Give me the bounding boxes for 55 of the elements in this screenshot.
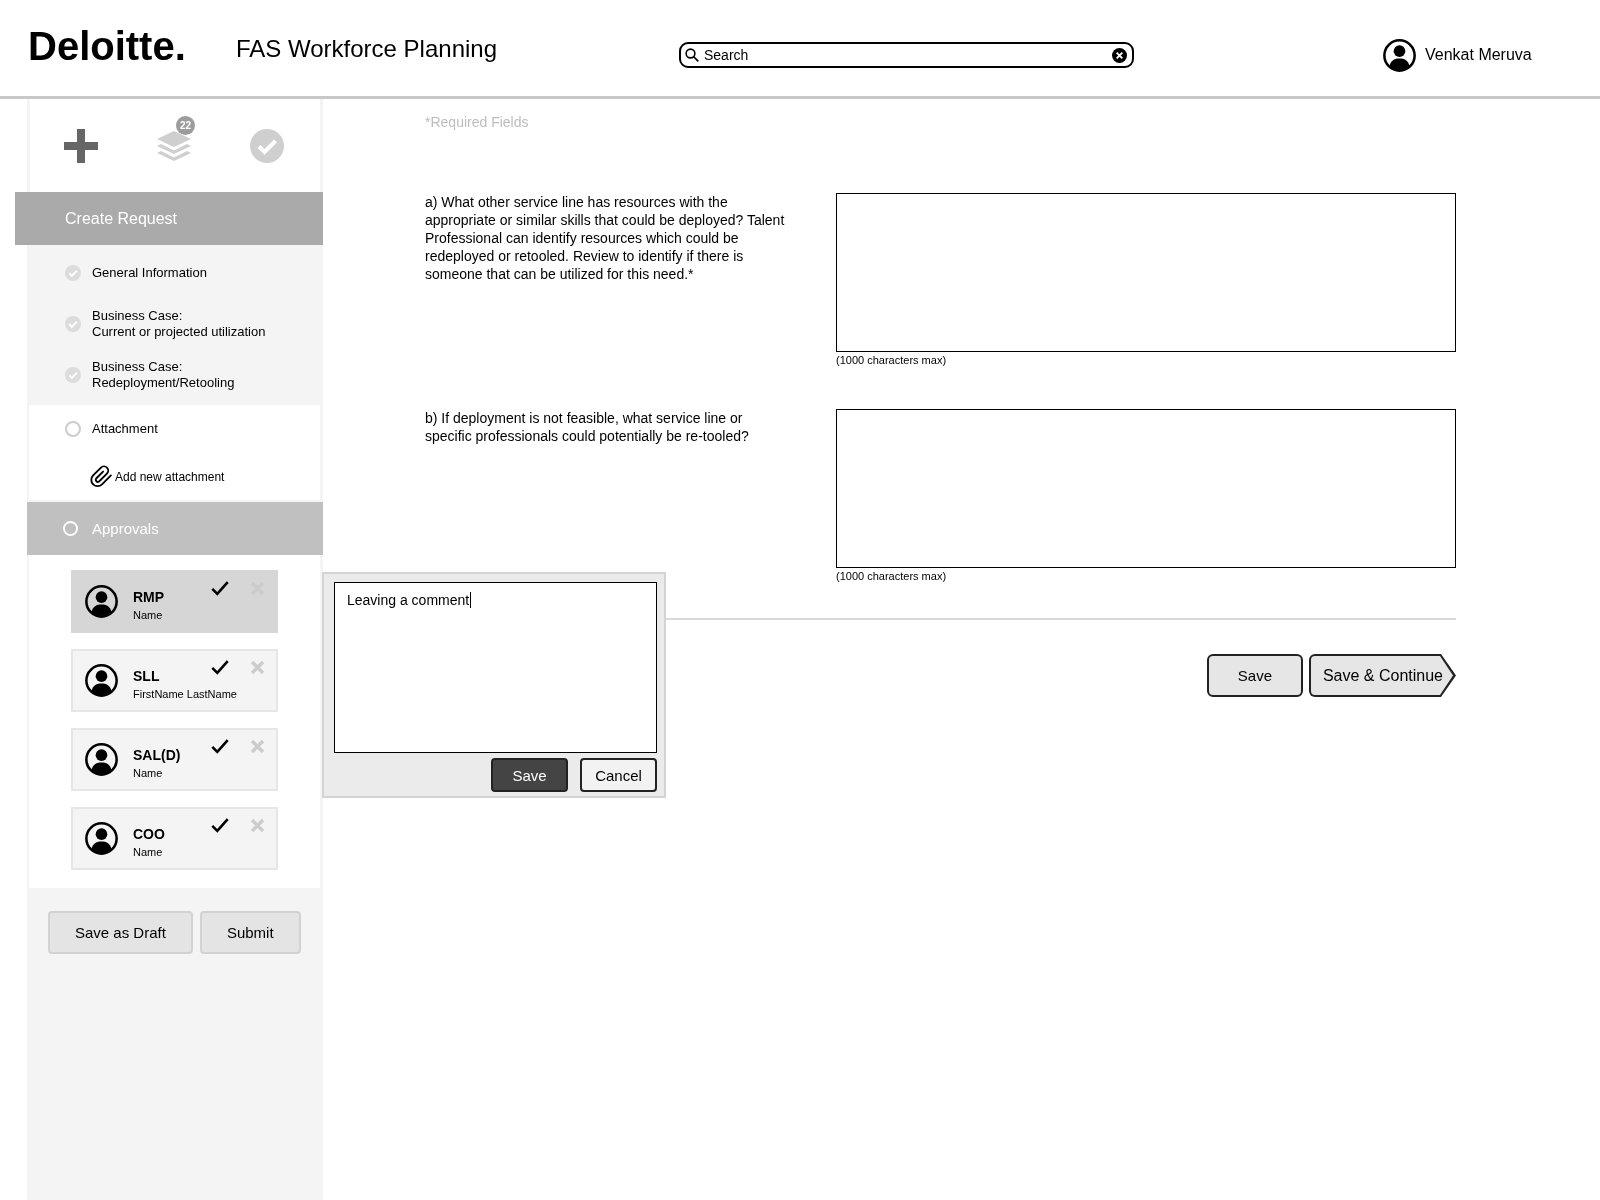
step-item[interactable]: Attachment bbox=[29, 405, 320, 453]
char-limit-hint: (1000 characters max) bbox=[836, 570, 947, 583]
app-title: FAS Workforce Planning bbox=[236, 35, 498, 63]
approver-card[interactable]: RMP Name bbox=[71, 570, 278, 633]
char-limit-hint: (1000 characters max) bbox=[836, 354, 947, 367]
avatar-icon bbox=[85, 664, 118, 697]
action-button[interactable]: Save as Draft bbox=[48, 911, 193, 954]
popup-button[interactable]: Save bbox=[491, 758, 568, 792]
approver-role: COO bbox=[133, 826, 166, 842]
popup-button[interactable]: Cancel bbox=[580, 758, 657, 792]
step-item[interactable]: Business Case: Current or projected utilization bbox=[29, 298, 320, 349]
approver-card[interactable]: COO Name bbox=[71, 807, 278, 870]
avatar-icon bbox=[85, 743, 118, 776]
approver-role: RMP bbox=[133, 589, 166, 605]
user-menu[interactable]: Venkat Meruva bbox=[1383, 38, 1532, 72]
search-field[interactable]: Search bbox=[679, 42, 1134, 68]
approver-role: SLL bbox=[133, 668, 161, 684]
step-item[interactable]: General Information bbox=[29, 247, 320, 298]
avatar-icon bbox=[85, 822, 118, 855]
avatar-icon bbox=[85, 585, 118, 618]
logo: Deloitte. bbox=[28, 23, 187, 69]
required-note: *Required Fields bbox=[425, 114, 529, 130]
check-icon[interactable] bbox=[211, 739, 229, 754]
action-button[interactable]: Save bbox=[1206, 654, 1303, 697]
check-icon[interactable] bbox=[211, 818, 229, 833]
section-header: Create Request bbox=[15, 192, 323, 245]
check-icon[interactable] bbox=[211, 581, 229, 596]
comment-field[interactable]: Leaving a comment bbox=[334, 582, 657, 753]
answer-field[interactable] bbox=[836, 409, 1456, 568]
clear-icon[interactable] bbox=[1112, 47, 1127, 63]
action-button[interactable]: Submit bbox=[199, 911, 301, 954]
question-text: b) If deployment is not feasible, what service line or specific professionals could potentially be re-tooled? bbox=[425, 409, 750, 445]
approver-role: SAL(D) bbox=[133, 747, 182, 763]
arrow-button[interactable]: Save & Continue bbox=[1308, 654, 1456, 697]
check-icon[interactable] bbox=[211, 660, 229, 675]
paperclip-icon bbox=[90, 465, 113, 488]
cross-icon[interactable] bbox=[250, 818, 265, 833]
check-circle-icon[interactable] bbox=[250, 128, 284, 163]
user-avatar-icon bbox=[1383, 38, 1416, 72]
count-badge: 22 bbox=[176, 115, 195, 135]
approver-card[interactable]: SAL(D) Name bbox=[71, 728, 278, 791]
step-item[interactable]: Business Case: Redeployment/Retooling bbox=[29, 349, 320, 400]
cross-icon[interactable] bbox=[250, 660, 265, 675]
section-title: Approvals bbox=[92, 520, 159, 537]
approver-name: Name bbox=[133, 846, 163, 859]
approver-name: Name bbox=[133, 767, 163, 780]
plus-icon[interactable] bbox=[64, 128, 98, 163]
search-icon bbox=[685, 48, 699, 62]
layers-icon[interactable] bbox=[157, 130, 191, 161]
approver-name: Name bbox=[133, 609, 163, 622]
answer-field[interactable] bbox=[836, 193, 1456, 352]
approver-name: FirstName LastName bbox=[133, 688, 237, 701]
question-text: a) What other service line has resources with the appropriate or similar skills that could be deployed? Talent Professional can identify resources which could be redeployed or retooled. Review to identify if there is someone that can be utilized for this need.* bbox=[425, 193, 786, 283]
cross-icon[interactable] bbox=[250, 739, 265, 754]
approver-card[interactable]: SLL FirstName LastName bbox=[71, 649, 278, 712]
